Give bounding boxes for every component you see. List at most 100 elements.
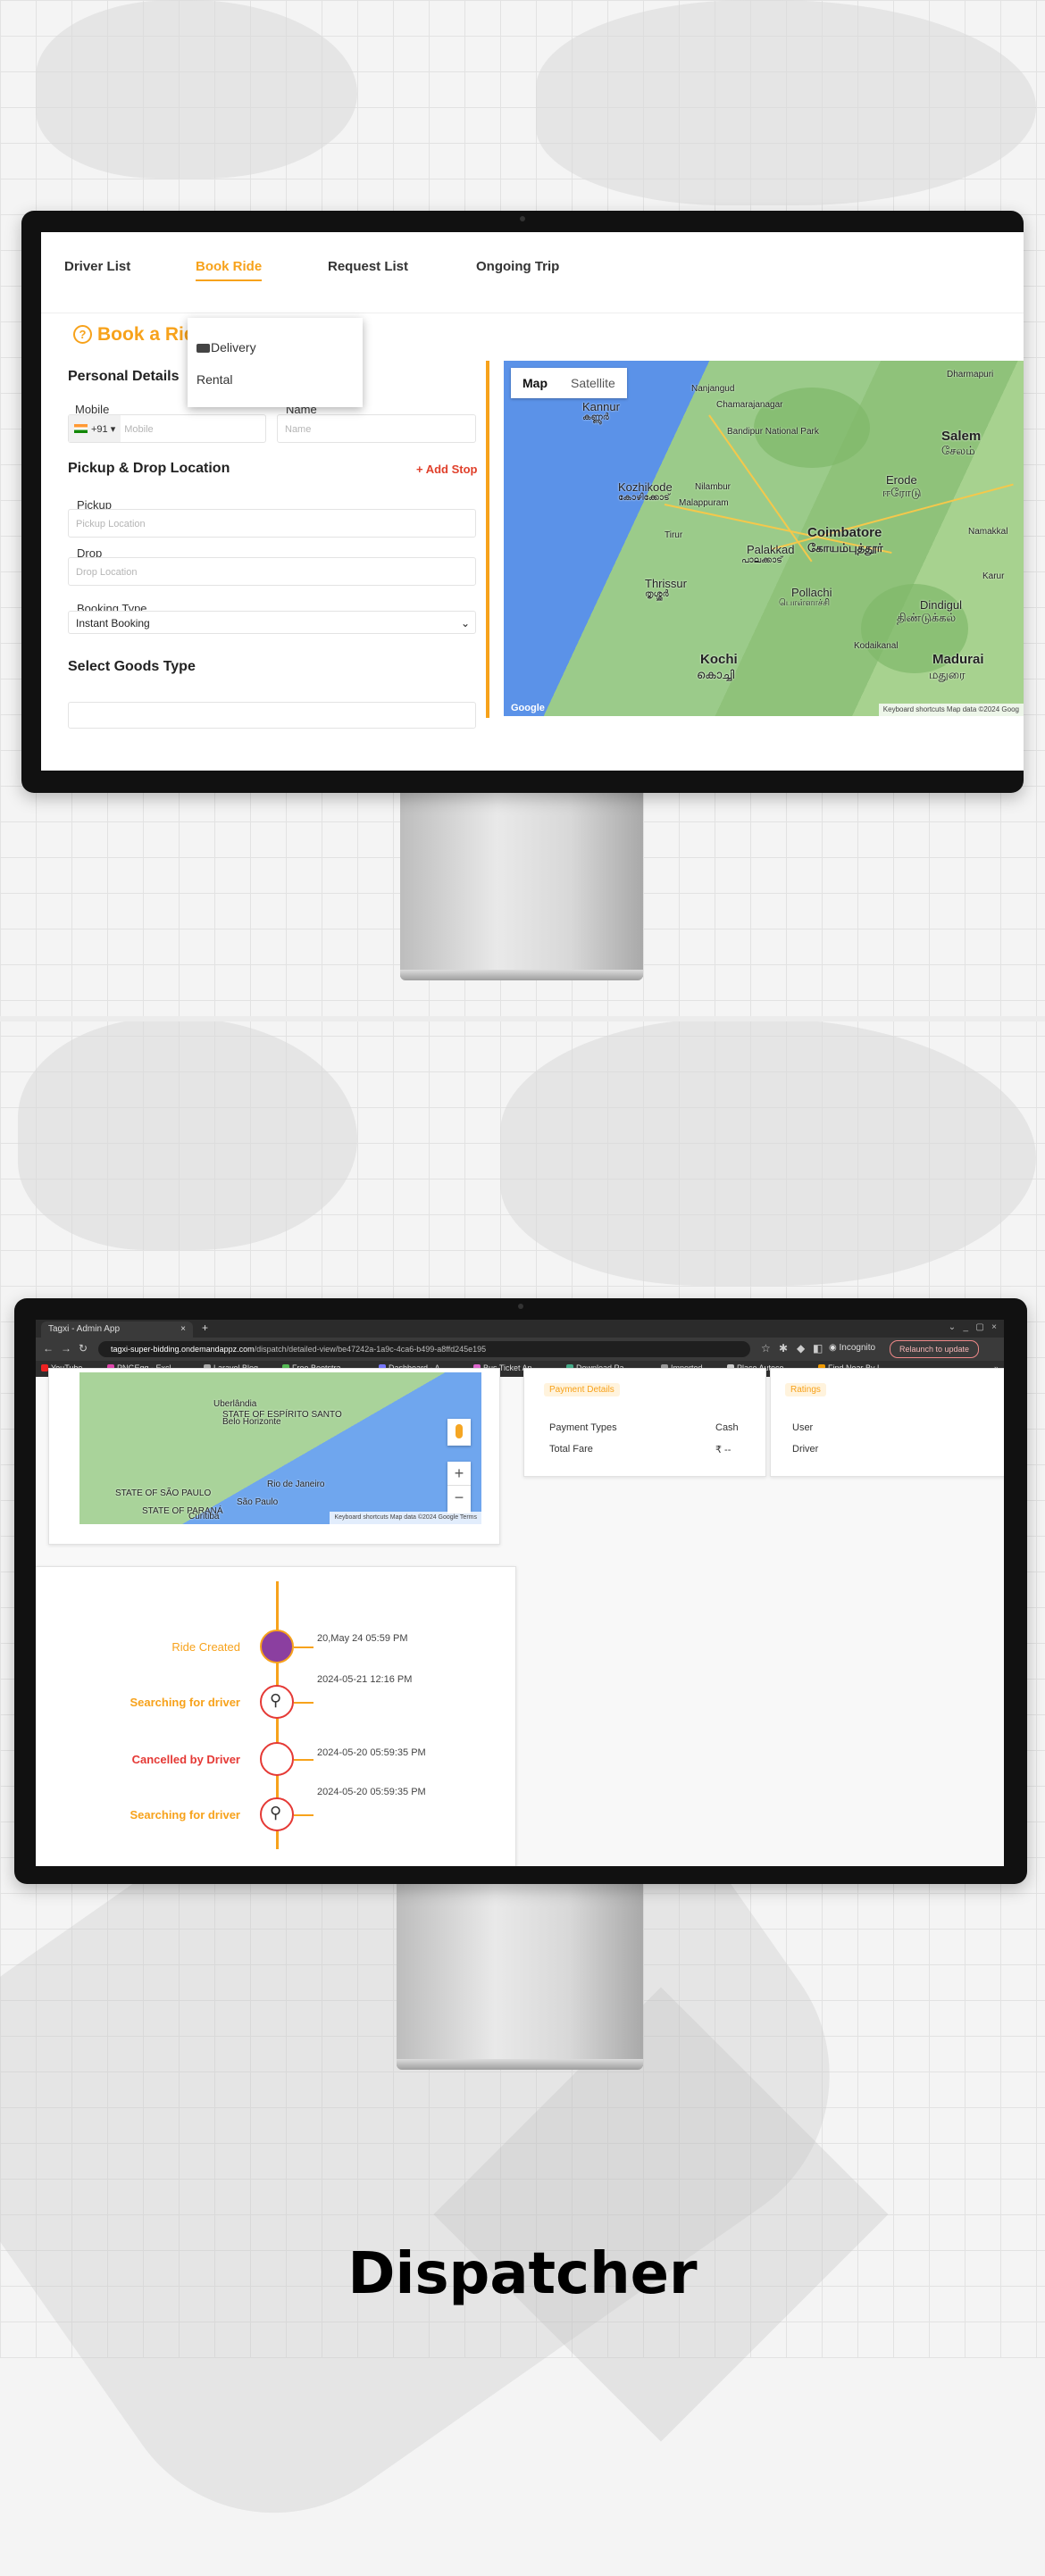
payment-details-badge: Payment Details: [544, 1383, 620, 1396]
map-label: Bandipur National Park: [727, 427, 819, 437]
map-label: Malappuram: [679, 498, 729, 508]
booking-type-select[interactable]: Instant Booking ⌄: [68, 611, 476, 634]
relaunch-button[interactable]: Relaunch to update: [890, 1340, 980, 1358]
payment-type-key: Payment Types: [549, 1422, 617, 1433]
add-stop-button[interactable]: + Add Stop: [416, 463, 478, 476]
country-code-select[interactable]: +91 ▾: [69, 415, 121, 442]
sidebar-icon[interactable]: ◧: [813, 1342, 823, 1355]
name-field[interactable]: Name: [277, 414, 476, 443]
youtube-icon: [41, 1364, 48, 1371]
map-attribution: Keyboard shortcuts Map data ©2024 Goog: [878, 704, 1024, 716]
map-type-toggle: Map Satellite: [511, 368, 627, 398]
url-host: tagxi-super-bidding.ondemandappz.com: [111, 1345, 255, 1354]
map-label: Karur: [982, 571, 1005, 581]
incognito-icon: ◉: [829, 1343, 840, 1353]
map-label: തൃശ്ശൂർ: [645, 589, 669, 599]
dropdown-item-delivery-label: Delivery: [211, 340, 256, 354]
payment-type-value: Cash: [715, 1422, 739, 1433]
goods-type-input[interactable]: [68, 702, 476, 729]
star-icon[interactable]: ☆: [761, 1342, 771, 1355]
location-heading: Pickup & Drop Location: [68, 461, 230, 476]
map-label: കണ്ണൂർ: [582, 413, 609, 422]
trip-map[interactable]: Uberlândia STATE OF ESPÍRITO SANTO Belo …: [79, 1372, 481, 1524]
dispatch-detail-page: Uberlândia STATE OF ESPÍRITO SANTO Belo …: [36, 1368, 1004, 1866]
map-view[interactable]: Map Satellite Kannur കണ്ണൂർ Kozhikode കോഴ…: [504, 361, 1024, 716]
monitor-stand-foot: [400, 970, 643, 980]
map-label: Palakkad: [747, 543, 795, 556]
map-label: Kochi: [700, 652, 738, 667]
pickup-input[interactable]: Pickup Location: [68, 509, 476, 538]
timeline-status: Ride Created: [171, 1640, 240, 1654]
tab-book-ride[interactable]: Book Ride: [196, 259, 263, 281]
timeline-connector: [294, 1759, 314, 1761]
browser-tab-title: Tagxi - Admin App: [48, 1324, 121, 1334]
drop-input[interactable]: Drop Location: [68, 557, 476, 586]
timeline-time: 2024-05-20 05:59:35 PM: [317, 1787, 426, 1797]
avatar: [260, 1630, 294, 1663]
camera: [518, 1304, 523, 1309]
monitor-stand-foot: [397, 2059, 643, 2070]
zoom-out-icon[interactable]: −: [447, 1485, 471, 1509]
map-label: Namakkal: [968, 527, 1008, 537]
dropdown-item-rental[interactable]: Rental: [196, 372, 232, 387]
timeline-status: Cancelled by Driver: [131, 1753, 240, 1766]
map-type-satellite[interactable]: Satellite: [559, 368, 627, 398]
street-view-pegman-icon[interactable]: [447, 1419, 471, 1446]
reload-icon[interactable]: ↻: [79, 1342, 88, 1355]
booking-type-value: Instant Booking: [76, 617, 150, 629]
search-icon: ⚲: [260, 1797, 294, 1831]
map-label: கோயம்புத்தூர்: [807, 541, 883, 554]
mobile-placeholder: Mobile: [124, 424, 154, 435]
timeline-time: 2024-05-21 12:16 PM: [317, 1674, 413, 1685]
map-attribution: Keyboard shortcuts Map data ©2024 Google…: [330, 1512, 481, 1524]
section-divider: [0, 1016, 1045, 1021]
map-label: Nilambur: [695, 482, 732, 492]
window-controls[interactable]: ⌄ _ ▢ ×: [949, 1322, 997, 1332]
dropdown-item-delivery[interactable]: Delivery: [196, 340, 256, 354]
form-scrollbar[interactable]: [486, 361, 489, 718]
timeline-connector: [294, 1702, 314, 1704]
timeline-status: Searching for driver: [130, 1808, 240, 1822]
timeline-time: 20,May 24 05:59 PM: [317, 1633, 408, 1644]
map-label: திண்டுக்கல்: [897, 611, 957, 624]
forward-icon[interactable]: →: [61, 1342, 71, 1355]
map-label: Kodaikanal: [854, 641, 899, 651]
total-fare-value: ₹ --: [715, 1445, 732, 1455]
address-bar-row: ← → ↻ tagxi-super-bidding.ondemandappz.c…: [36, 1338, 1004, 1361]
map-label: Thrissur: [645, 577, 687, 590]
browser-tab-strip: Tagxi - Admin App × + ⌄ _ ▢ ×: [36, 1320, 1004, 1338]
map-label: Tirur: [665, 530, 683, 540]
close-icon[interactable]: ×: [180, 1321, 186, 1338]
mobile-field[interactable]: +91 ▾ Mobile: [68, 414, 266, 443]
new-tab-icon[interactable]: +: [202, 1321, 208, 1334]
puzzle-icon[interactable]: ◆: [797, 1342, 805, 1355]
google-logo: Google: [511, 703, 545, 713]
monitor-1: Driver List Book Ride Request List Ongoi…: [21, 211, 1024, 793]
map-label: மதுரை: [929, 668, 966, 681]
map-type-map[interactable]: Map: [511, 368, 559, 398]
ratings-badge: Ratings: [785, 1383, 826, 1396]
map-label: Nanjangud: [691, 384, 735, 394]
browser-tab[interactable]: Tagxi - Admin App ×: [41, 1321, 193, 1338]
india-flag-icon: [74, 424, 88, 433]
url-input[interactable]: tagxi-super-bidding.ondemandappz.com/dis…: [98, 1341, 750, 1357]
map-label: Belo Horizonte: [222, 1417, 281, 1427]
payment-details-card: Payment Details Payment Types Cash Total…: [523, 1368, 766, 1477]
search-icon: ⚲: [260, 1685, 294, 1719]
map-label: Kannur: [582, 400, 620, 413]
tab-request-list[interactable]: Request List: [328, 259, 408, 274]
incognito-indicator[interactable]: ◉ Incognito: [829, 1343, 875, 1353]
goods-type-heading: Select Goods Type: [68, 659, 196, 674]
back-icon[interactable]: ←: [43, 1342, 54, 1355]
chevron-down-icon: ⌄: [460, 617, 470, 629]
screen-book-ride: Driver List Book Ride Request List Ongoi…: [41, 232, 1024, 771]
tab-driver-list[interactable]: Driver List: [64, 259, 130, 274]
zoom-in-icon[interactable]: +: [447, 1462, 471, 1485]
tab-ongoing-trip[interactable]: Ongoing Trip: [476, 259, 559, 274]
monitor-2: Tagxi - Admin App × + ⌄ _ ▢ × ← → ↻ tagxi…: [14, 1298, 1027, 1884]
map-label: Erode: [886, 473, 917, 487]
active-tab-indicator: [196, 279, 263, 281]
extension-icon[interactable]: ✱: [779, 1342, 788, 1355]
map-label: Salem: [941, 429, 982, 444]
map-label: Coimbatore: [807, 525, 882, 540]
